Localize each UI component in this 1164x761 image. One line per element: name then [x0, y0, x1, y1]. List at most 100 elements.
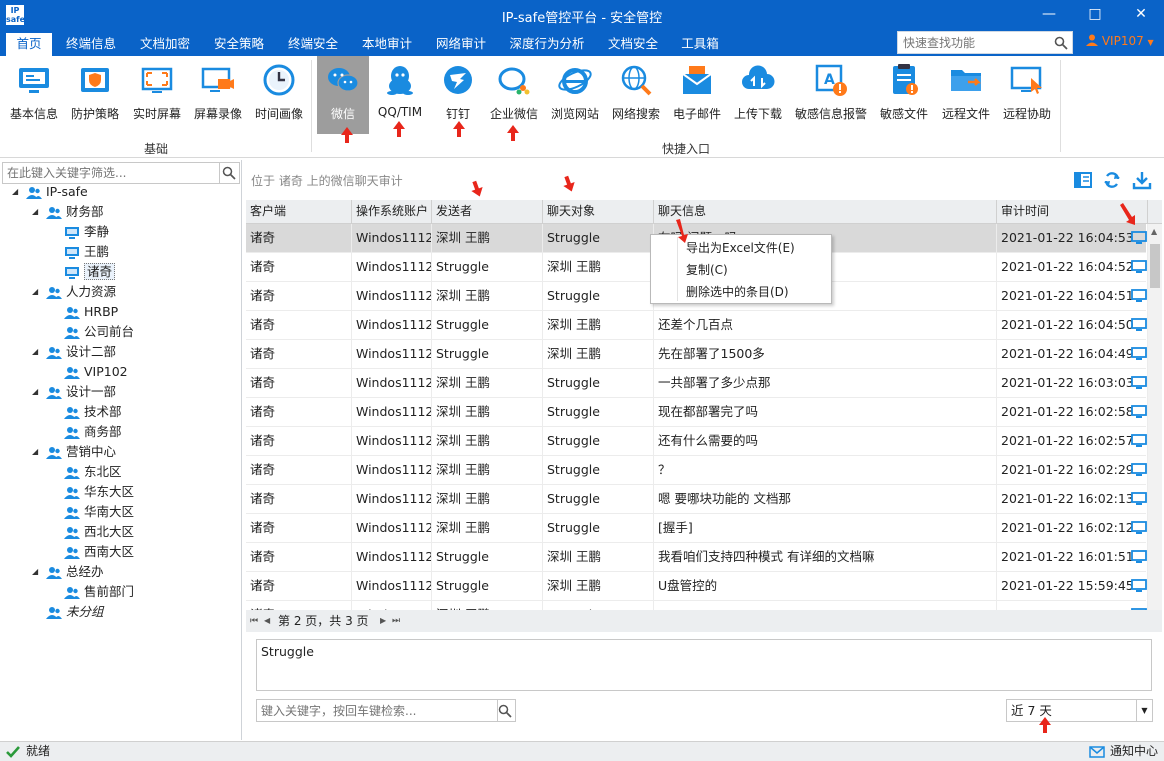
scrollbar-thumb[interactable] — [1150, 244, 1160, 288]
menu-local-audit[interactable]: 本地审计 — [356, 33, 418, 56]
table-row[interactable]: 诸奇 Windos1112 深圳 王鹏 Struggle [握手] 2021-01-22 … — [246, 514, 1148, 543]
search-icon[interactable] — [1054, 36, 1068, 50]
ribbon-sensitive-alert[interactable]: A 敏感信息报警 — [792, 56, 870, 134]
refresh-icon[interactable] — [1102, 170, 1122, 190]
table-row[interactable]: 诸奇 Windos1112 深圳 王鹏 Struggle 嗯 要哪块功能的 文档那 202… — [246, 485, 1148, 514]
keyword-input[interactable] — [257, 700, 493, 721]
tree-node[interactable]: ◢ 总经办 — [32, 562, 104, 582]
ribbon-time-profile[interactable]: 时间画像 — [251, 56, 307, 134]
table-scrollbar[interactable]: ▲ — [1148, 224, 1162, 610]
table-row[interactable]: 诸奇 Windos1112 深圳 王鹏 Struggle 一共部署了多少点那 2021-0… — [246, 369, 1148, 398]
table-row[interactable]: 诸奇Windos1112深圳 王鹏Struggle 2021-01-22 15:5… — [246, 601, 1148, 610]
remote-view-icon[interactable] — [1131, 318, 1147, 332]
remote-view-icon[interactable] — [1131, 579, 1147, 593]
menu-export-excel[interactable]: 导出为Excel文件(E) — [686, 237, 795, 259]
tree-expand-icon[interactable]: ◢ — [32, 202, 42, 222]
menu-network-audit[interactable]: 网络审计 — [430, 33, 492, 56]
search-icon[interactable] — [222, 166, 236, 180]
tree-node[interactable]: 商务部 — [64, 422, 122, 442]
ribbon-email[interactable]: 电子邮件 — [668, 56, 726, 134]
menu-doc-encrypt[interactable]: 文档加密 — [134, 33, 196, 56]
tree-node[interactable]: ◢ 财务部 — [32, 202, 104, 222]
menu-terminal-security[interactable]: 终端安全 — [282, 33, 344, 56]
ribbon-wework[interactable]: 企业微信 — [486, 56, 542, 134]
tree-node[interactable]: 技术部 — [64, 402, 122, 422]
tree-node[interactable]: 华东大区 — [64, 482, 134, 502]
tree-node[interactable]: 公司前台 — [64, 322, 134, 342]
tree-node[interactable]: 售前部门 — [64, 582, 134, 602]
ribbon-upload-download[interactable]: 上传下载 — [730, 56, 786, 134]
menu-copy[interactable]: 复制(C) — [686, 259, 728, 281]
ribbon-protect-policy[interactable]: 防护策略 — [66, 56, 124, 134]
notification-center[interactable]: 通知中心 — [1110, 742, 1158, 761]
column-header-sender[interactable]: 发送者 — [432, 200, 543, 224]
tree-node[interactable]: VIP102 — [64, 362, 128, 382]
remote-view-icon[interactable] — [1131, 405, 1147, 419]
minimize-button[interactable]: — — [1026, 0, 1072, 30]
column-header-chat-target[interactable]: 聊天对象 — [543, 200, 654, 224]
quick-search-input[interactable] — [898, 32, 1048, 53]
column-header-os-account[interactable]: 操作系统账户 — [352, 200, 432, 224]
tree-expand-icon[interactable]: ◢ — [32, 562, 42, 582]
close-button[interactable]: ✕ — [1118, 0, 1164, 30]
remote-view-icon[interactable] — [1131, 492, 1147, 506]
tree-expand-icon[interactable]: ◢ — [32, 282, 42, 302]
column-toggle-icon[interactable] — [1073, 170, 1093, 190]
remote-view-icon[interactable] — [1131, 550, 1147, 564]
tree-node[interactable]: 西南大区 — [64, 542, 134, 562]
download-icon[interactable] — [1132, 170, 1152, 190]
tree-expand-icon[interactable]: ◢ — [12, 182, 22, 202]
table-row[interactable]: 诸奇 Windos1112 Struggle 深圳 王鹏 我看咱们支持四种模式 有详细的… — [246, 543, 1148, 572]
ribbon-sensitive-file[interactable]: 敏感文件 — [876, 56, 932, 134]
prev-page-icon[interactable]: ◀ — [264, 610, 270, 632]
remote-view-icon[interactable] — [1131, 521, 1147, 535]
tree-node[interactable]: 西北大区 — [64, 522, 134, 542]
menu-behavior-analysis[interactable]: 深度行为分析 — [504, 33, 590, 56]
ribbon-wechat[interactable]: 微信 — [317, 56, 369, 134]
menu-doc-security[interactable]: 文档安全 — [602, 33, 664, 56]
tree-node[interactable]: 东北区 — [64, 462, 122, 482]
search-icon[interactable] — [498, 704, 512, 718]
ribbon-remote-assist[interactable]: 远程协助 — [998, 56, 1056, 134]
remote-view-icon[interactable] — [1131, 434, 1147, 448]
tree-node[interactable]: ◢ 设计二部 — [32, 342, 116, 362]
table-row[interactable]: 诸奇 Windos1112 深圳 王鹏 Struggle 现在都部署完了吗 2021-01… — [246, 398, 1148, 427]
table-row[interactable]: 诸奇 Windos1112 深圳 王鹏 Struggle？ 2021-01-22 16:… — [246, 456, 1148, 485]
menu-security-policy[interactable]: 安全策略 — [208, 33, 270, 56]
tree-node[interactable]: ◢ 设计一部 — [32, 382, 116, 402]
remote-view-icon[interactable] — [1131, 260, 1147, 274]
tree-node[interactable]: 华南大区 — [64, 502, 134, 522]
table-row[interactable]: 诸奇 Windos1112 Struggle 深圳 王鹏 还差个几百点 2021-01-2… — [246, 311, 1148, 340]
menu-home[interactable]: 首页 — [6, 33, 52, 56]
tree-node[interactable]: 王鹏 — [64, 242, 109, 262]
user-menu[interactable]: VIP107 ▼ — [1086, 34, 1154, 48]
tree-node[interactable]: 诸奇 — [64, 262, 116, 282]
first-page-icon[interactable]: ⏮ — [250, 610, 258, 632]
tree-expand-icon[interactable]: ◢ — [32, 342, 42, 362]
remote-view-icon[interactable] — [1131, 289, 1147, 303]
menu-toolbox[interactable]: 工具箱 — [676, 33, 724, 56]
tree-node[interactable]: 李静 — [64, 222, 109, 242]
ribbon-web-search[interactable]: 网络搜索 — [608, 56, 664, 134]
tree-node[interactable]: 未分组 — [46, 602, 104, 622]
tree-filter-input[interactable] — [3, 163, 217, 183]
column-header-client[interactable]: 客户端 — [246, 200, 352, 224]
remote-view-icon[interactable] — [1131, 463, 1147, 477]
last-page-icon[interactable]: ⏭ — [392, 610, 400, 632]
chevron-down-icon[interactable]: ▼ — [1136, 700, 1152, 721]
remote-view-icon[interactable] — [1131, 347, 1147, 361]
ribbon-live-screen[interactable]: 实时屏幕 — [128, 56, 186, 134]
menu-terminal-info[interactable]: 终端信息 — [60, 33, 122, 56]
table-row[interactable]: 诸奇 Windos1112 深圳 王鹏 Struggle 还有什么需要的吗 2021-01… — [246, 427, 1148, 456]
tree-node[interactable]: ◢ 人力资源 — [32, 282, 116, 302]
tree-expand-icon[interactable]: ◢ — [32, 382, 42, 402]
ribbon-basic-info[interactable]: 基本信息 — [6, 56, 62, 134]
remote-view-icon[interactable] — [1131, 376, 1147, 390]
ribbon-screen-record[interactable]: 屏幕录像 — [189, 56, 247, 134]
tree-expand-icon[interactable]: ◢ — [32, 442, 42, 462]
column-header-message[interactable]: 聊天信息 — [654, 200, 997, 224]
next-page-icon[interactable]: ▶ — [380, 610, 386, 632]
remote-view-icon[interactable] — [1131, 231, 1147, 245]
tree-node[interactable]: ◢ IP-safe — [12, 182, 88, 202]
tree-node[interactable]: ◢ 营销中心 — [32, 442, 116, 462]
